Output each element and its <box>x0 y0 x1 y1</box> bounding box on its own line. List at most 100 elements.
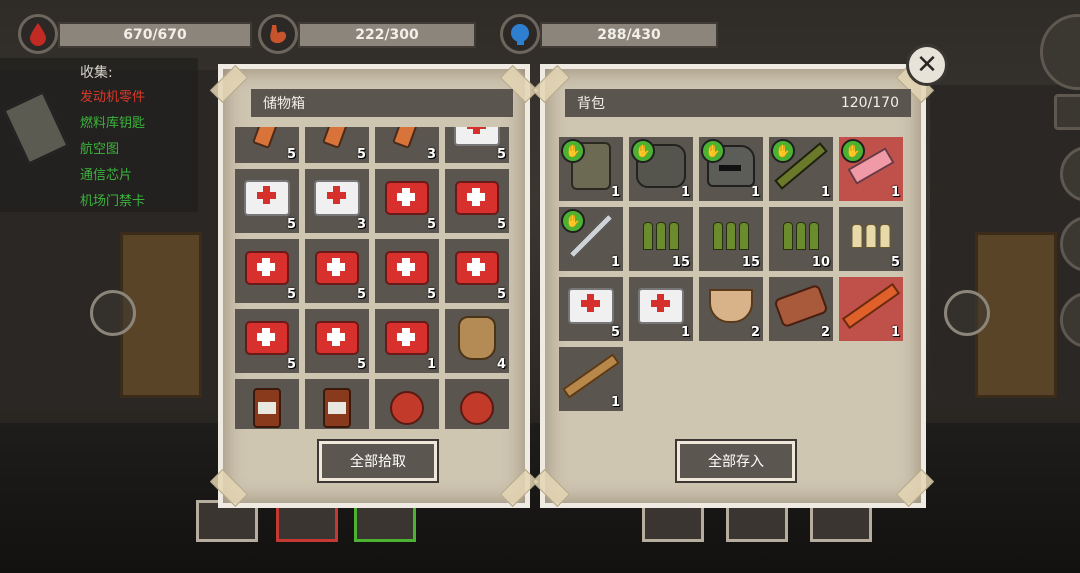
inventory-slot[interactable]: 5 <box>445 127 509 163</box>
inventory-slot[interactable]: 5 <box>839 207 903 271</box>
inventory-slot[interactable]: 2 <box>699 277 763 341</box>
inventory-slot[interactable] <box>445 379 509 429</box>
item-count: 5 <box>286 357 296 372</box>
inventory-slot[interactable]: ✋ 1 <box>699 137 763 201</box>
backpack-grid-scroll[interactable]: ✋ 1 ✋ 1 ✋ 1 ✋ 1 ✋ 1 ✋ 1 15 15 10 5 5 1 2 2 1 1 <box>559 137 915 417</box>
katana-icon <box>563 214 619 259</box>
equipped-hand-icon: ✋ <box>631 139 655 163</box>
item-count: 1 <box>610 255 620 270</box>
medkit-icon <box>385 321 429 356</box>
item-count: 5 <box>356 357 366 372</box>
inventory-slot[interactable]: ✋ 1 <box>559 207 623 271</box>
inventory-slot[interactable]: 15 <box>629 207 693 271</box>
item-count: 15 <box>741 255 760 270</box>
ammo-g-icon <box>783 222 819 251</box>
inventory-slot[interactable]: 2 <box>769 277 833 341</box>
take-all-button[interactable]: 全部拾取 <box>317 439 439 483</box>
close-icon[interactable]: ✕ <box>906 44 948 86</box>
medkit-icon <box>455 181 499 216</box>
inventory-slot[interactable]: 5 <box>235 169 299 233</box>
inventory-slot[interactable]: 5 <box>445 239 509 303</box>
item-count: 4 <box>496 357 506 372</box>
backpack-capacity: 120/170 <box>840 95 899 111</box>
inventory-slot[interactable] <box>305 379 369 429</box>
apple-icon <box>460 391 494 426</box>
medkit-icon <box>315 321 359 356</box>
inventory-slot[interactable] <box>375 379 439 429</box>
equipped-hand-icon: ✋ <box>561 139 585 163</box>
item-count: 1 <box>680 325 690 340</box>
medkit-icon <box>385 181 429 216</box>
thirst-value: 288/430 <box>540 22 718 48</box>
inventory-slot[interactable]: 5 <box>305 239 369 303</box>
item-count: 2 <box>820 325 830 340</box>
inventory-slot[interactable]: 1 <box>629 277 693 341</box>
backpack-title-bar: 背包 120/170 <box>565 89 911 117</box>
inventory-slot[interactable]: 1 <box>559 347 623 411</box>
item-count: 5 <box>496 287 506 302</box>
inventory-slot[interactable]: 1 <box>839 277 903 341</box>
item-count: 5 <box>426 217 436 232</box>
medkit-icon <box>385 251 429 286</box>
sack-icon <box>458 316 496 361</box>
firstaid-icon <box>454 127 500 147</box>
apple-icon <box>390 391 424 426</box>
item-count: 1 <box>820 185 830 200</box>
item-count: 5 <box>496 147 506 162</box>
ammo-s-icon <box>851 224 891 249</box>
backpack-panel: 背包 120/170 ✋ 1 ✋ 1 ✋ 1 ✋ 1 ✋ 1 ✋ 1 15 15 10 5 5 1 2 2 1 1 全部存… <box>531 64 935 508</box>
collection-item: 通信芯片 <box>80 168 133 183</box>
backpack-title: 背包 <box>577 96 605 112</box>
item-count: 1 <box>890 325 900 340</box>
inventory-slot[interactable] <box>235 379 299 429</box>
storage-grid: 5 5 3 5 5 3 5 5 5 5 5 5 5 5 1 4 <box>235 127 517 429</box>
walkie-talkie-icon[interactable] <box>3 91 69 165</box>
inventory-slot[interactable]: 5 <box>375 169 439 233</box>
inventory-slot[interactable]: ✋ 1 <box>839 137 903 201</box>
inventory-slot[interactable]: 5 <box>305 309 369 373</box>
inventory-slot[interactable]: 3 <box>375 127 439 163</box>
inventory-slot[interactable]: 5 <box>235 239 299 303</box>
firstaid-icon <box>314 180 360 217</box>
equipped-hand-icon: ✋ <box>771 139 795 163</box>
blood-drop-icon <box>18 14 58 54</box>
collection-list: 发动机零件 燃料库钥匙 航空图 通信芯片 机场门禁卡 <box>80 85 145 215</box>
inventory-slot[interactable]: 3 <box>305 169 369 233</box>
store-all-button[interactable]: 全部存入 <box>675 439 797 483</box>
inventory-slot[interactable]: 5 <box>445 169 509 233</box>
backpack-grid: ✋ 1 ✋ 1 ✋ 1 ✋ 1 ✋ 1 ✋ 1 15 15 10 5 5 1 2 2 1 1 <box>559 137 915 411</box>
health-value: 670/670 <box>58 22 252 48</box>
firstaid-icon <box>638 288 684 325</box>
inventory-slot[interactable]: ✋ 1 <box>769 137 833 201</box>
collection-item: 航空图 <box>80 142 120 157</box>
medkit-icon <box>455 251 499 286</box>
inventory-slot[interactable]: 4 <box>445 309 509 373</box>
inventory-slot[interactable]: 5 <box>235 127 299 163</box>
storage-grid-scroll[interactable]: 5 5 3 5 5 3 5 5 5 5 5 5 5 5 1 4 <box>235 127 517 429</box>
inventory-slot[interactable]: 5 <box>559 277 623 341</box>
move-left-button[interactable] <box>90 290 136 336</box>
inventory-slot[interactable]: ✋ 1 <box>559 137 623 201</box>
inventory-slot[interactable]: 10 <box>769 207 833 271</box>
inventory-slot[interactable]: 5 <box>235 309 299 373</box>
collection-item: 发动机零件 <box>80 90 146 105</box>
storage-title: 储物箱 <box>263 96 305 112</box>
item-count: 5 <box>890 255 900 270</box>
item-count: 1 <box>680 185 690 200</box>
bowl-icon <box>709 289 753 324</box>
head-water-icon <box>500 14 540 54</box>
vial-icon <box>252 127 282 150</box>
item-count: 3 <box>356 217 366 232</box>
inventory-slot[interactable]: 15 <box>699 207 763 271</box>
vial-icon <box>392 127 422 150</box>
storage-panel: 储物箱 5 5 3 5 5 3 5 5 5 5 5 5 5 5 1 4 全部拾取 <box>209 64 539 508</box>
medkit-icon <box>245 321 289 356</box>
inventory-slot[interactable]: ✋ 1 <box>629 137 693 201</box>
compass-icon[interactable] <box>1040 14 1080 90</box>
inventory-slot[interactable]: 1 <box>375 309 439 373</box>
firstaid-icon <box>568 288 614 325</box>
move-right-button[interactable] <box>944 290 990 336</box>
item-count: 3 <box>426 147 436 162</box>
inventory-slot[interactable]: 5 <box>305 127 369 163</box>
inventory-slot[interactable]: 5 <box>375 239 439 303</box>
